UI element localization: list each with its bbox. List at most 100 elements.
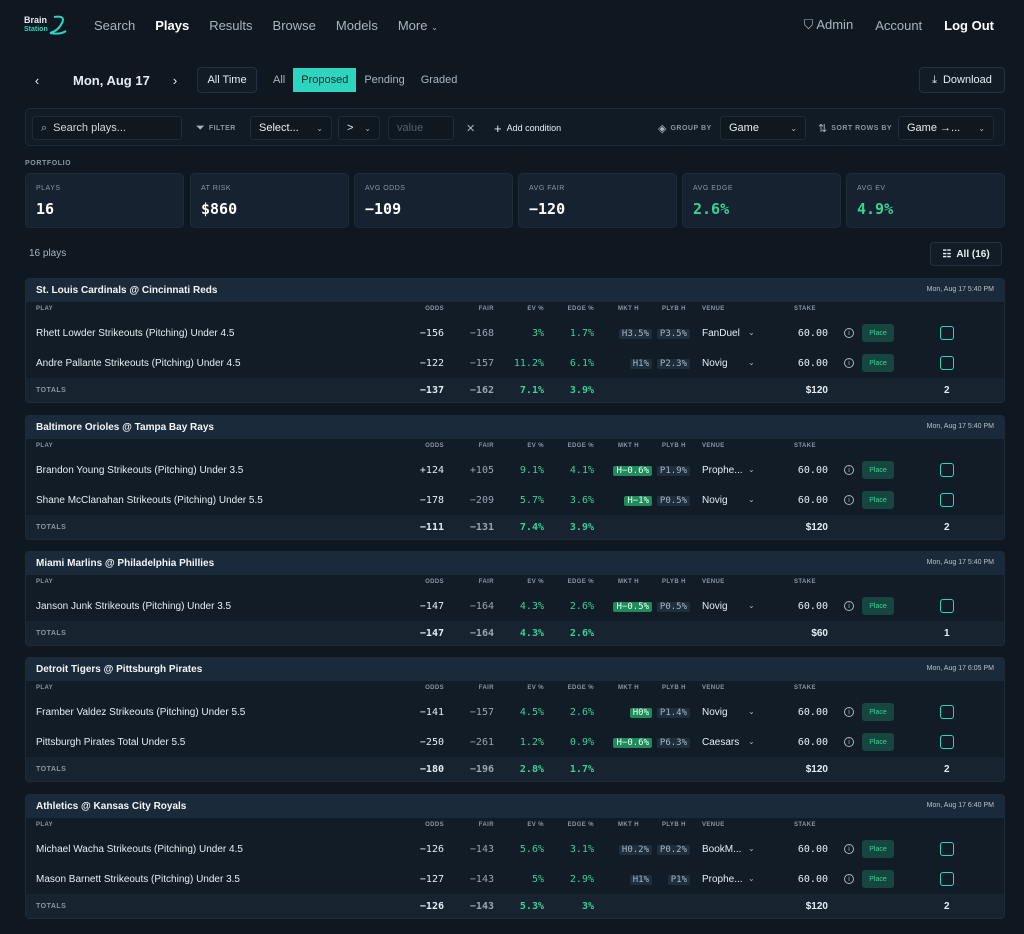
chevron-down-icon[interactable]: ⌄ — [748, 601, 755, 610]
group-by-select[interactable]: Game ⌄ — [720, 116, 806, 140]
place-button[interactable]: Place — [862, 703, 894, 721]
stake-input[interactable]: 60.00 — [780, 737, 828, 748]
nav-results[interactable]: Results — [209, 18, 252, 33]
stake-input[interactable]: 60.00 — [780, 495, 828, 506]
place-button[interactable]: Place — [862, 491, 894, 509]
clear-filter-icon[interactable]: ✕ — [466, 116, 475, 140]
chevron-down-icon[interactable]: ⌄ — [748, 495, 755, 504]
venue-value: Prophe... — [702, 874, 743, 885]
play-odds: −126 — [419, 844, 444, 855]
stat-card: PLAYS 16 — [25, 173, 184, 228]
play-row[interactable]: Shane McClanahan Strikeouts (Pitching) U… — [26, 485, 1004, 515]
stake-input[interactable]: 60.00 — [780, 844, 828, 855]
play-row[interactable]: Framber Valdez Strikeouts (Pitching) Und… — [26, 697, 1004, 727]
nav-admin[interactable]: ⛉ Admin — [804, 17, 854, 33]
col-edge: EDGE % — [567, 685, 594, 691]
stake-input[interactable]: 60.00 — [780, 358, 828, 369]
chevron-down-icon[interactable]: ⌄ — [748, 328, 755, 337]
game-header[interactable]: Baltimore Orioles @ Tampa Bay Rays Mon, … — [26, 416, 1004, 439]
col-venue: VENUE — [702, 306, 725, 312]
filter-field-select[interactable]: Select... ⌄ — [250, 116, 332, 140]
logout-button[interactable]: Log Out — [944, 18, 994, 33]
stake-input[interactable]: 60.00 — [780, 874, 828, 885]
game-header[interactable]: St. Louis Cardinals @ Cincinnati Reds Mo… — [26, 279, 1004, 302]
search-input[interactable]: ⌕ Search plays... — [32, 116, 182, 140]
nav-browse[interactable]: Browse — [273, 18, 316, 33]
play-row[interactable]: Andre Pallante Strikeouts (Pitching) Und… — [26, 348, 1004, 378]
all-plays-button[interactable]: ☷ All (16) — [930, 242, 1002, 266]
all-time-button[interactable]: All Time — [197, 67, 257, 93]
info-icon[interactable]: i — [844, 358, 854, 368]
play-row[interactable]: Michael Wacha Strikeouts (Pitching) Unde… — [26, 834, 1004, 864]
totals-row: TOTALS −137 −162 7.1% 3.9% $120 2 — [26, 378, 1004, 402]
select-checkbox[interactable] — [940, 842, 954, 856]
select-checkbox[interactable] — [940, 599, 954, 613]
select-checkbox[interactable] — [940, 872, 954, 886]
prev-day-icon[interactable]: ‹ — [25, 67, 49, 93]
segment-proposed[interactable]: Proposed — [293, 68, 357, 92]
play-edge: 2.9% — [569, 874, 594, 885]
game-header[interactable]: Athletics @ Kansas City Royals Mon, Aug … — [26, 795, 1004, 818]
place-button[interactable]: Place — [862, 461, 894, 479]
play-row[interactable]: Pittsburgh Pirates Total Under 5.5 −250 … — [26, 727, 1004, 757]
col-play: PLAY — [36, 306, 54, 312]
filter-bar: ⌕ Search plays... ⏷ FILTER Select... ⌄ > ⌄ v… — [25, 108, 1005, 146]
place-button[interactable]: Place — [862, 870, 894, 888]
select-checkbox[interactable] — [940, 356, 954, 370]
info-icon[interactable]: i — [844, 737, 854, 747]
play-row[interactable]: Rhett Lowder Strikeouts (Pitching) Under… — [26, 318, 1004, 348]
chevron-down-icon[interactable]: ⌄ — [748, 844, 755, 853]
stake-input[interactable]: 60.00 — [780, 328, 828, 339]
info-icon[interactable]: i — [844, 844, 854, 854]
play-fair: −157 — [469, 358, 494, 369]
chevron-down-icon[interactable]: ⌄ — [748, 707, 755, 716]
stake-input[interactable]: 60.00 — [780, 707, 828, 718]
place-button[interactable]: Place — [862, 597, 894, 615]
play-row[interactable]: Brandon Young Strikeouts (Pitching) Unde… — [26, 455, 1004, 485]
place-button[interactable]: Place — [862, 840, 894, 858]
place-button[interactable]: Place — [862, 324, 894, 342]
col-ev: EV % — [527, 579, 544, 585]
info-icon[interactable]: i — [844, 601, 854, 611]
segment-pending[interactable]: Pending — [356, 68, 412, 92]
play-fair: −209 — [469, 495, 494, 506]
nav-models[interactable]: Models — [336, 18, 378, 33]
select-checkbox[interactable] — [940, 463, 954, 477]
stake-input[interactable]: 60.00 — [780, 601, 828, 612]
nav-more[interactable]: More ⌄ — [398, 18, 438, 33]
game-header[interactable]: Miami Marlins @ Philadelphia Phillies Mo… — [26, 552, 1004, 575]
select-checkbox[interactable] — [940, 735, 954, 749]
next-day-icon[interactable]: › — [163, 67, 187, 93]
place-button[interactable]: Place — [862, 354, 894, 372]
chevron-down-icon[interactable]: ⌄ — [748, 737, 755, 746]
nav-plays[interactable]: Plays — [155, 18, 189, 33]
segment-all[interactable]: All — [265, 68, 293, 92]
chevron-down-icon[interactable]: ⌄ — [748, 874, 755, 883]
info-icon[interactable]: i — [844, 465, 854, 475]
place-button[interactable]: Place — [862, 733, 894, 751]
nav-account[interactable]: Account — [875, 18, 922, 33]
info-icon[interactable]: i — [844, 707, 854, 717]
filter-value-input[interactable]: value — [388, 116, 454, 140]
filter-toggle[interactable]: ⏷ FILTER — [196, 116, 236, 140]
segment-graded[interactable]: Graded — [413, 68, 466, 92]
stake-input[interactable]: 60.00 — [780, 465, 828, 476]
sort-select[interactable]: Game →... ⌄ — [898, 116, 994, 140]
filter-operator-select[interactable]: > ⌄ — [338, 116, 380, 140]
game-header[interactable]: Detroit Tigers @ Pittsburgh Pirates Mon,… — [26, 658, 1004, 681]
totals-stake: $120 — [805, 764, 828, 775]
select-checkbox[interactable] — [940, 326, 954, 340]
info-icon[interactable]: i — [844, 495, 854, 505]
chevron-down-icon[interactable]: ⌄ — [748, 465, 755, 474]
chevron-down-icon[interactable]: ⌄ — [748, 358, 755, 367]
brand-logo[interactable]: Brain Station — [24, 11, 68, 39]
download-button[interactable]: ⤓ Download — [919, 67, 1005, 93]
info-icon[interactable]: i — [844, 874, 854, 884]
select-checkbox[interactable] — [940, 705, 954, 719]
info-icon[interactable]: i — [844, 328, 854, 338]
select-checkbox[interactable] — [940, 493, 954, 507]
play-row[interactable]: Janson Junk Strikeouts (Pitching) Under … — [26, 591, 1004, 621]
add-condition-button[interactable]: + Add condition — [494, 116, 561, 140]
nav-search[interactable]: Search — [94, 18, 135, 33]
play-row[interactable]: Mason Barnett Strikeouts (Pitching) Unde… — [26, 864, 1004, 894]
